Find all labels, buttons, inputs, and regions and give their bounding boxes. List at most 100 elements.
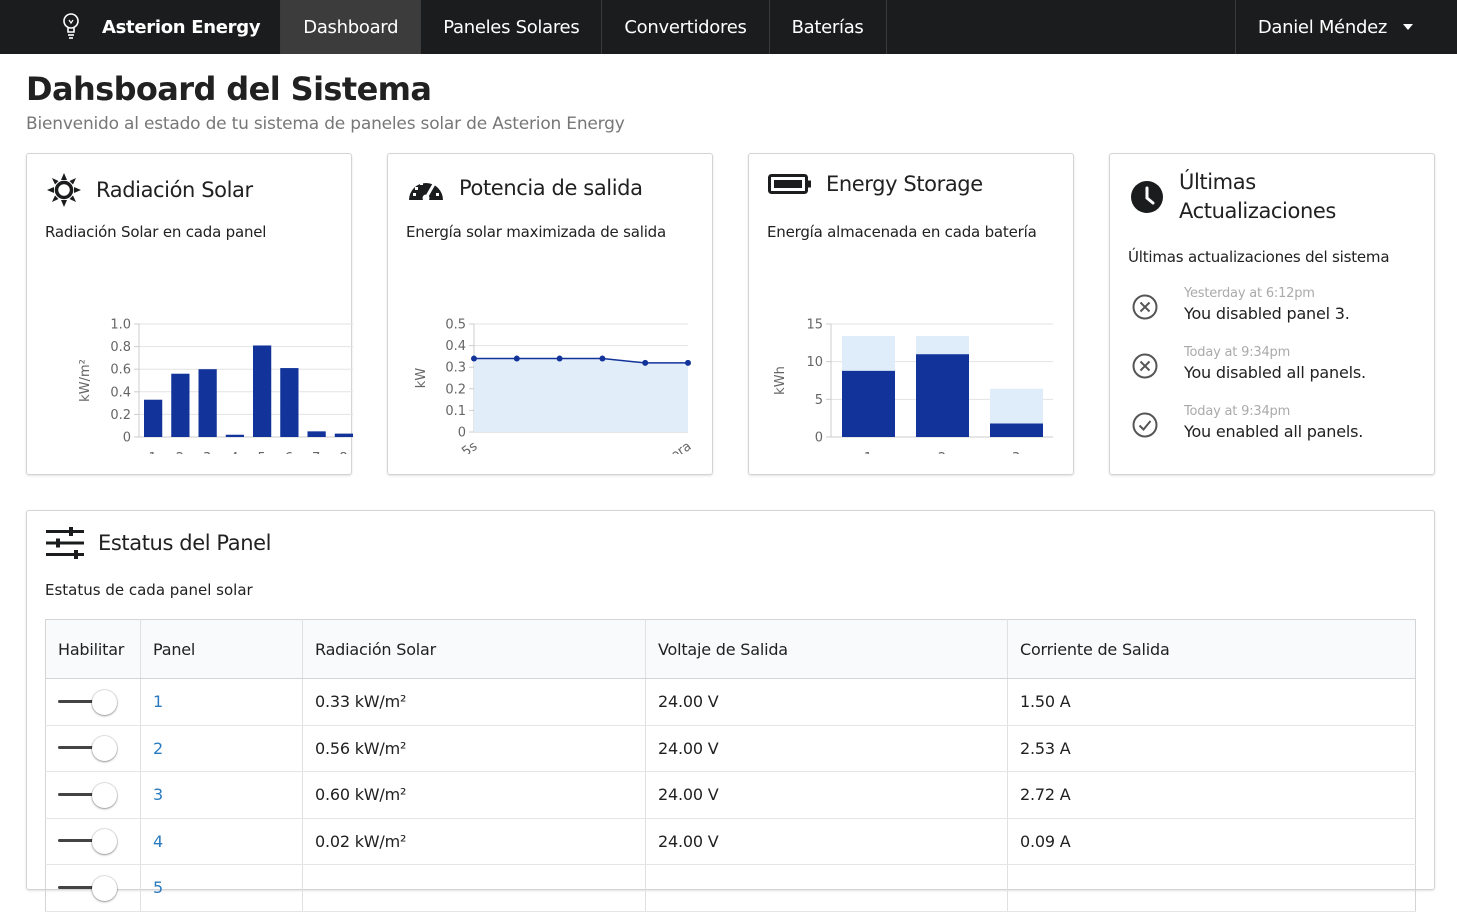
sliders-icon (46, 527, 84, 559)
data-point (556, 355, 563, 362)
card-title: Potencia de salida (459, 176, 643, 200)
enable-toggle[interactable] (58, 736, 118, 762)
voltage-value (645, 864, 1008, 912)
bar-segment (842, 336, 895, 371)
radiation-value: 0.60 kW/m² (302, 771, 646, 819)
nav-paneles-solares[interactable]: Paneles Solares (420, 0, 601, 54)
current-value: 1.50 A (1007, 678, 1416, 726)
col-radiacion: Radiación Solar (302, 619, 646, 679)
x-tick-label: 1 (864, 451, 872, 454)
nav-convertidores[interactable]: Convertidores (601, 0, 768, 54)
enable-toggle[interactable] (58, 689, 118, 715)
nav-dashboard[interactable]: Dashboard (280, 0, 421, 54)
y-tick-label: 0.4 (110, 385, 131, 400)
voltage-value: 24.00 V (645, 771, 1008, 819)
bar (198, 369, 217, 437)
data-point (513, 355, 520, 362)
x-tick-label: 2 (938, 451, 946, 454)
update-item: Today at 9:34pm You enabled all panels. (1130, 404, 1363, 441)
card-radiation: Radiación Solar Radiación Solar en cada … (26, 153, 353, 475)
x-tick-label: 3 (1012, 451, 1020, 454)
y-tick-label: 0 (815, 431, 823, 446)
table-row: 2 0.56 kW/m² 24.00 V 2.53 A (45, 725, 1416, 772)
power-line-chart: 00.10.20.30.40.5kWTiempo-5sAhora (414, 318, 694, 455)
data-point (471, 355, 477, 362)
card-power: Potencia de salida Energía solar maximiz… (387, 153, 713, 475)
update-message: You disabled all panels. (1184, 363, 1366, 382)
top-nav: Asterion Energy Dashboard Paneles Solare… (0, 0, 1457, 54)
card-description: Energía solar maximizada de salida (406, 223, 666, 241)
card-title: Energy Storage (826, 172, 983, 196)
x-tick-label: 4 (230, 451, 238, 454)
radiation-value: 0.33 kW/m² (302, 678, 646, 726)
bar-segment (990, 423, 1043, 437)
panel-status-card: Estatus del Panel Estatus de cada panel … (26, 510, 1435, 912)
card-storage: Energy Storage Energía almacenada en cad… (748, 153, 1074, 475)
brand[interactable]: Asterion Energy (0, 0, 280, 54)
voltage-value: 24.00 V (645, 818, 1008, 865)
panel-link[interactable]: 5 (153, 878, 163, 897)
update-item: Yesterday at 6:12pm You disabled panel 3… (1130, 286, 1350, 323)
bar (144, 399, 163, 437)
nav-baterias[interactable]: Baterías (768, 0, 887, 54)
radiation-value (302, 864, 646, 912)
user-menu[interactable]: Daniel Méndez (1234, 0, 1435, 54)
chevron-down-icon (1403, 24, 1413, 30)
brand-name: Asterion Energy (102, 16, 261, 38)
card-description: Energía almacenada en cada batería (767, 223, 1037, 241)
y-tick-label: 0.4 (445, 339, 466, 354)
enable-toggle[interactable] (58, 782, 118, 808)
current-value (1007, 864, 1416, 912)
x-circle-icon (1132, 294, 1158, 320)
panel-link[interactable]: 1 (153, 692, 163, 711)
data-point (642, 359, 649, 366)
voltage-value: 24.00 V (645, 725, 1008, 772)
y-tick-label: 0.1 (445, 404, 466, 419)
y-tick-label: 5 (815, 393, 823, 408)
radiation-value: 0.02 kW/m² (302, 818, 646, 865)
enable-toggle[interactable] (58, 829, 118, 855)
bar (334, 433, 353, 437)
bar (307, 431, 326, 437)
y-tick-label: 0.3 (445, 361, 466, 376)
panel-status-table: Habilitar Panel Radiación Solar Voltaje … (45, 619, 1416, 912)
y-tick-label: 15 (806, 318, 823, 333)
update-item: Today at 9:34pm You disabled all panels. (1130, 345, 1366, 382)
page-title: Dahsboard del Sistema (26, 70, 432, 108)
panel-link[interactable]: 3 (153, 785, 163, 804)
bar-segment (990, 388, 1043, 424)
x-tick-label: 6 (285, 451, 293, 454)
table-header-row: Habilitar Panel Radiación Solar Voltaje … (45, 619, 1416, 679)
current-value: 0.09 A (1007, 818, 1416, 865)
clock-icon (1131, 181, 1163, 213)
data-point (599, 355, 606, 362)
update-message: You disabled panel 3. (1184, 304, 1350, 323)
col-corriente: Corriente de Salida (1007, 619, 1416, 679)
table-row: 5 (45, 864, 1416, 912)
bar (225, 434, 244, 437)
col-panel: Panel (140, 619, 303, 679)
panel-description: Estatus de cada panel solar (45, 581, 253, 599)
x-tick-label: 5 (257, 451, 265, 454)
y-tick-label: 1.0 (110, 318, 131, 333)
card-title: Radiación Solar (96, 178, 253, 202)
radiation-bar-chart: 00.20.40.60.81.0kW/m²Panel12345678 (78, 318, 353, 454)
card-title: Últimas Actualizaciones (1179, 170, 1336, 223)
y-axis-title: kWh (773, 366, 788, 395)
y-axis-title: kW (414, 368, 429, 389)
update-time: Today at 9:34pm (1184, 404, 1291, 419)
voltage-value: 24.00 V (645, 678, 1008, 726)
x-tick-label: -5s (456, 439, 481, 454)
panel-link[interactable]: 4 (153, 832, 163, 851)
panel-link[interactable]: 2 (153, 739, 163, 758)
update-time: Today at 9:34pm (1184, 345, 1291, 360)
bar-segment (916, 354, 969, 437)
sun-icon (47, 173, 81, 207)
update-time: Yesterday at 6:12pm (1184, 286, 1315, 301)
bar (253, 345, 272, 437)
enable-toggle[interactable] (58, 875, 118, 901)
x-tick-label: 2 (176, 451, 184, 454)
bar (280, 368, 299, 437)
page-subtitle: Bienvenido al estado de tu sistema de pa… (26, 114, 625, 134)
data-point (685, 359, 691, 366)
